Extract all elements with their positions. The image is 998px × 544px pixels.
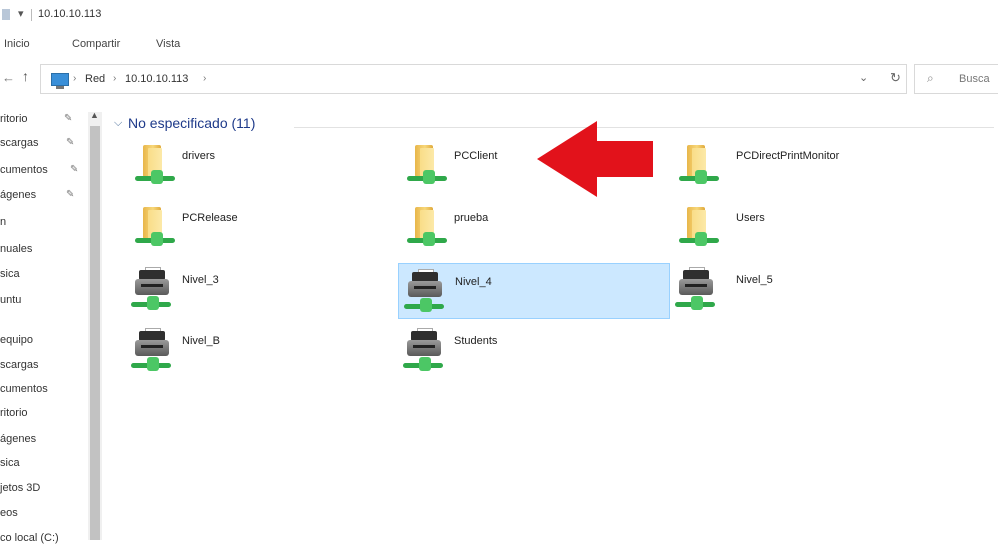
refresh-icon[interactable]: ↻ — [890, 70, 901, 86]
network-share-icon — [131, 357, 171, 373]
item-label: Nivel_4 — [455, 276, 492, 288]
group-label: No especificado (11) — [128, 115, 256, 131]
sidebar-item[interactable]: sica — [0, 268, 90, 280]
address-bar[interactable]: › Red › 10.10.10.113 › ⌄ ↻ — [40, 64, 907, 94]
navigation-bar: ← ↑ › Red › 10.10.10.113 › ⌄ ↻ — [0, 60, 998, 100]
printer-icon — [403, 328, 447, 373]
search-icon: ⌕ — [927, 71, 934, 85]
folder-icon — [407, 204, 447, 250]
search-input[interactable]: ⌕ Busca — [914, 64, 998, 94]
sidebar-item[interactable]: jetos 3D — [0, 482, 90, 494]
folder-icon — [2, 9, 10, 20]
quick-access-dropdown-icon[interactable]: ▾ — [18, 7, 24, 20]
folder-icon — [135, 142, 175, 188]
item-label: Students — [454, 335, 498, 347]
sidebar-item[interactable]: co local (C:) — [0, 532, 90, 544]
breadcrumb-separator: › — [113, 73, 117, 84]
item-label: prueba — [454, 212, 489, 224]
sidebar-item[interactable]: eos — [0, 507, 90, 519]
list-item[interactable]: drivers — [126, 138, 398, 194]
pin-icon[interactable]: ✎ — [66, 137, 74, 148]
list-item[interactable]: Students — [398, 323, 670, 379]
folder-icon — [679, 142, 719, 188]
navigation-pane: ritorio scargas cumentos ágenes n nuales… — [0, 100, 102, 544]
list-item[interactable]: PCRelease — [126, 200, 398, 256]
item-label: Nivel_3 — [182, 274, 219, 286]
printer-icon — [404, 269, 448, 314]
folder-icon — [135, 204, 175, 250]
network-share-icon — [679, 232, 719, 248]
pin-icon[interactable]: ✎ — [66, 189, 74, 200]
chevron-down-icon[interactable]: ⌵ — [114, 117, 122, 130]
list-item[interactable]: prueba — [398, 200, 670, 256]
sidebar-item[interactable]: scargas — [0, 137, 90, 149]
scrollbar-thumb[interactable] — [90, 126, 100, 540]
printer-icon — [131, 267, 175, 312]
sidebar-item[interactable]: nuales — [0, 243, 90, 255]
sidebar-item[interactable]: equipo — [0, 334, 90, 346]
sidebar-item[interactable]: cumentos — [0, 383, 90, 395]
network-share-icon — [675, 296, 715, 312]
address-history-dropdown-icon[interactable]: ⌄ — [859, 71, 868, 84]
search-placeholder: Busca — [959, 73, 990, 85]
item-label: PCDirectPrintMonitor — [736, 150, 840, 162]
item-label: Nivel_5 — [736, 274, 773, 286]
sidebar-item[interactable]: ágenes — [0, 433, 90, 445]
sidebar-item[interactable]: n — [0, 216, 90, 228]
title-bar: ▾ 10.10.10.113 — [0, 0, 998, 30]
printer-icon — [675, 267, 719, 312]
network-share-icon — [135, 232, 175, 248]
network-share-icon — [679, 170, 719, 186]
network-share-icon — [135, 170, 175, 186]
item-label: PCRelease — [182, 212, 238, 224]
list-item[interactable]: Nivel_B — [126, 323, 398, 379]
back-arrow-icon[interactable]: ← — [2, 70, 15, 85]
item-label: drivers — [182, 150, 216, 162]
network-share-icon — [407, 232, 447, 248]
up-arrow-icon[interactable]: ↑ — [22, 68, 29, 84]
sidebar-item[interactable]: ritorio — [0, 113, 90, 125]
printer-icon — [131, 328, 175, 373]
item-label: Nivel_B — [182, 335, 220, 347]
title-separator — [31, 9, 32, 21]
scroll-up-icon[interactable]: ▲ — [90, 110, 99, 120]
list-item[interactable]: Users — [670, 200, 942, 256]
sidebar-item[interactable]: ritorio — [0, 407, 90, 419]
sidebar-item[interactable]: sica — [0, 457, 90, 469]
network-share-icon — [404, 298, 444, 314]
network-share-icon — [407, 170, 447, 186]
sidebar-scrollbar[interactable]: ▲ — [88, 110, 102, 540]
tab-vista[interactable]: Vista — [156, 38, 180, 50]
network-share-icon — [403, 357, 443, 373]
pin-icon[interactable]: ✎ — [70, 164, 78, 175]
sidebar-item[interactable]: scargas — [0, 359, 90, 371]
computer-icon — [51, 73, 69, 89]
tab-inicio[interactable]: Inicio — [4, 38, 30, 50]
folder-icon — [407, 142, 447, 188]
red-arrow-shape — [537, 121, 653, 197]
list-item-selected[interactable]: Nivel_4 — [398, 263, 670, 319]
list-item[interactable]: Nivel_3 — [126, 262, 398, 318]
breadcrumb-separator: › — [73, 73, 77, 84]
list-item[interactable]: PCDirectPrintMonitor — [670, 138, 970, 194]
sidebar-item[interactable]: ágenes — [0, 189, 90, 201]
breadcrumb-separator[interactable]: › — [203, 73, 206, 84]
network-share-icon — [131, 296, 171, 312]
pin-icon[interactable]: ✎ — [64, 113, 72, 124]
folder-icon — [679, 204, 719, 250]
ribbon: Inicio Compartir Vista — [0, 30, 998, 60]
window-title: 10.10.10.113 — [38, 8, 102, 20]
list-item[interactable]: Nivel_5 — [670, 262, 942, 318]
item-label: Users — [736, 212, 765, 224]
sidebar-item[interactable]: untu — [0, 294, 90, 306]
red-arrow-annotation — [537, 121, 653, 197]
tab-compartir[interactable]: Compartir — [72, 38, 120, 50]
breadcrumb-host[interactable]: 10.10.10.113 — [125, 73, 188, 85]
breadcrumb-red[interactable]: Red — [85, 73, 105, 85]
item-label: PCClient — [454, 150, 498, 162]
